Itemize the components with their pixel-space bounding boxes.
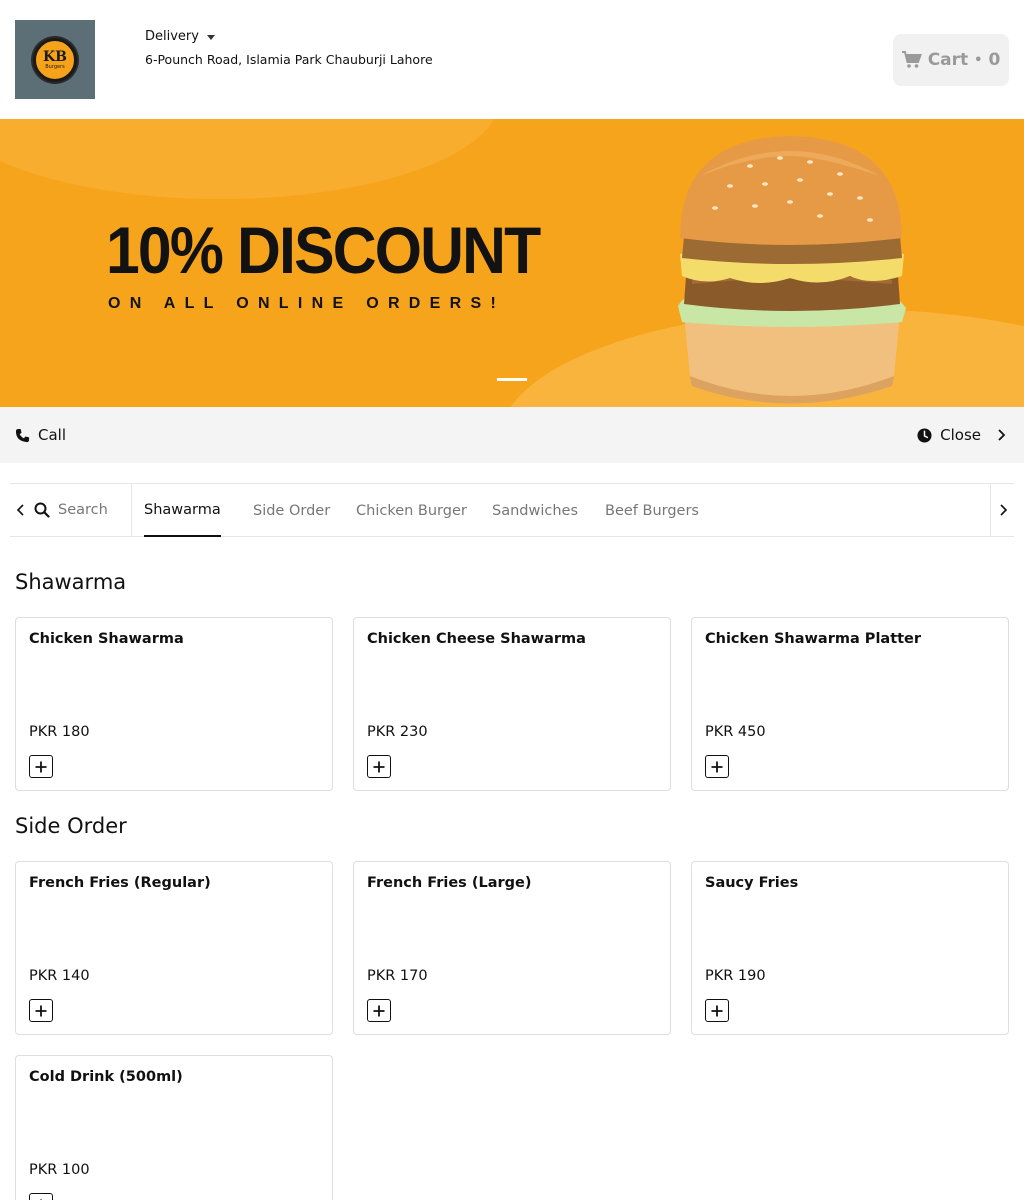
item-name: Chicken Shawarma Platter [705,631,922,647]
carousel-indicator[interactable] [497,378,527,381]
item-price: PKR 190 [705,968,766,984]
burger-image [678,136,906,404]
menu-item-card[interactable]: Saucy Fries PKR 190 [691,861,1009,1035]
call-label: Call [38,426,67,444]
delivery-address[interactable]: 6-Pounch Road, Islamia Park Chauburji La… [145,52,433,67]
menu-item-card[interactable]: Chicken Shawarma Platter PKR 450 [691,617,1009,791]
plus-icon [373,1005,385,1016]
plus-icon [35,761,47,772]
item-price: PKR 100 [29,1162,90,1178]
tab-chicken-burger[interactable]: Chicken Burger [356,484,467,537]
add-to-cart-button[interactable] [367,999,391,1022]
chevron-left-icon [16,504,24,516]
category-nav: Search Shawarma Side Order Chicken Burge… [10,483,1014,537]
menu-search[interactable]: Search [34,484,132,536]
cart-separator: • [974,52,983,68]
logo-subtext: Burgers [45,63,65,70]
plus-icon [711,761,723,772]
phone-icon [15,428,30,442]
tab-sandwiches[interactable]: Sandwiches [492,484,578,537]
hours-label: Close [940,426,981,444]
section-title: Shawarma [15,570,127,594]
menu-item-card[interactable]: Chicken Shawarma PKR 180 [15,617,333,791]
item-price: PKR 450 [705,724,766,740]
menu-item-card[interactable]: French Fries (Large) PKR 170 [353,861,671,1035]
search-icon [34,502,50,518]
tab-shawarma[interactable]: Shawarma [144,484,221,537]
menu-item-card[interactable]: French Fries (Regular) PKR 140 [15,861,333,1035]
cart-count: 0 [988,50,1001,70]
opening-hours-button[interactable]: Close [917,407,1009,463]
nav-scroll-right[interactable] [990,484,1014,536]
cart-label: Cart [927,50,969,70]
search-placeholder: Search [58,502,108,518]
clock-icon [917,427,932,443]
banner-title: 10% DISCOUNT [106,213,541,287]
item-price: PKR 170 [367,968,428,984]
tab-beef-burgers[interactable]: Beef Burgers [605,484,699,537]
add-to-cart-button[interactable] [29,755,53,778]
item-name: Chicken Cheese Shawarma [367,631,586,647]
plus-icon [373,761,385,772]
header: KB Burgers Delivery 6-Pounch Road, Islam… [0,0,1024,119]
item-price: PKR 180 [29,724,90,740]
item-name: Saucy Fries [705,875,799,891]
chevron-right-icon [999,504,1007,516]
add-to-cart-button[interactable] [29,1193,53,1200]
add-to-cart-button[interactable] [705,755,729,778]
item-price: PKR 230 [367,724,428,740]
restaurant-logo[interactable]: KB Burgers [15,20,95,99]
menu-item-card[interactable]: Chicken Cheese Shawarma PKR 230 [353,617,671,791]
section-title: Side Order [15,814,127,838]
item-price: PKR 140 [29,968,90,984]
caret-down-icon [206,35,215,40]
banner-subtitle: ON ALL ONLINE ORDERS! [108,295,506,312]
action-bar: Call Close [0,407,1024,463]
add-to-cart-button[interactable] [367,755,391,778]
cart-button[interactable]: Cart • 0 [893,34,1009,86]
item-name: French Fries (Regular) [29,875,211,891]
banner-decor [0,119,500,199]
item-name: French Fries (Large) [367,875,532,891]
add-to-cart-button[interactable] [29,999,53,1022]
logo-badge: KB Burgers [33,37,77,82]
call-button[interactable]: Call [15,407,66,463]
menu-item-card[interactable]: Cold Drink (500ml) PKR 100 [15,1055,333,1200]
order-mode-dropdown[interactable]: Delivery [145,29,215,44]
plus-icon [711,1005,723,1016]
nav-scroll-left[interactable] [10,484,32,536]
item-name: Chicken Shawarma [29,631,184,647]
add-to-cart-button[interactable] [705,999,729,1022]
order-mode-label: Delivery [145,29,199,44]
chevron-right-icon [998,429,1006,441]
tab-side-order[interactable]: Side Order [253,484,330,537]
logo-text: KB [42,48,67,65]
item-name: Cold Drink (500ml) [29,1069,183,1085]
plus-icon [35,1005,47,1016]
cart-icon [901,51,922,68]
